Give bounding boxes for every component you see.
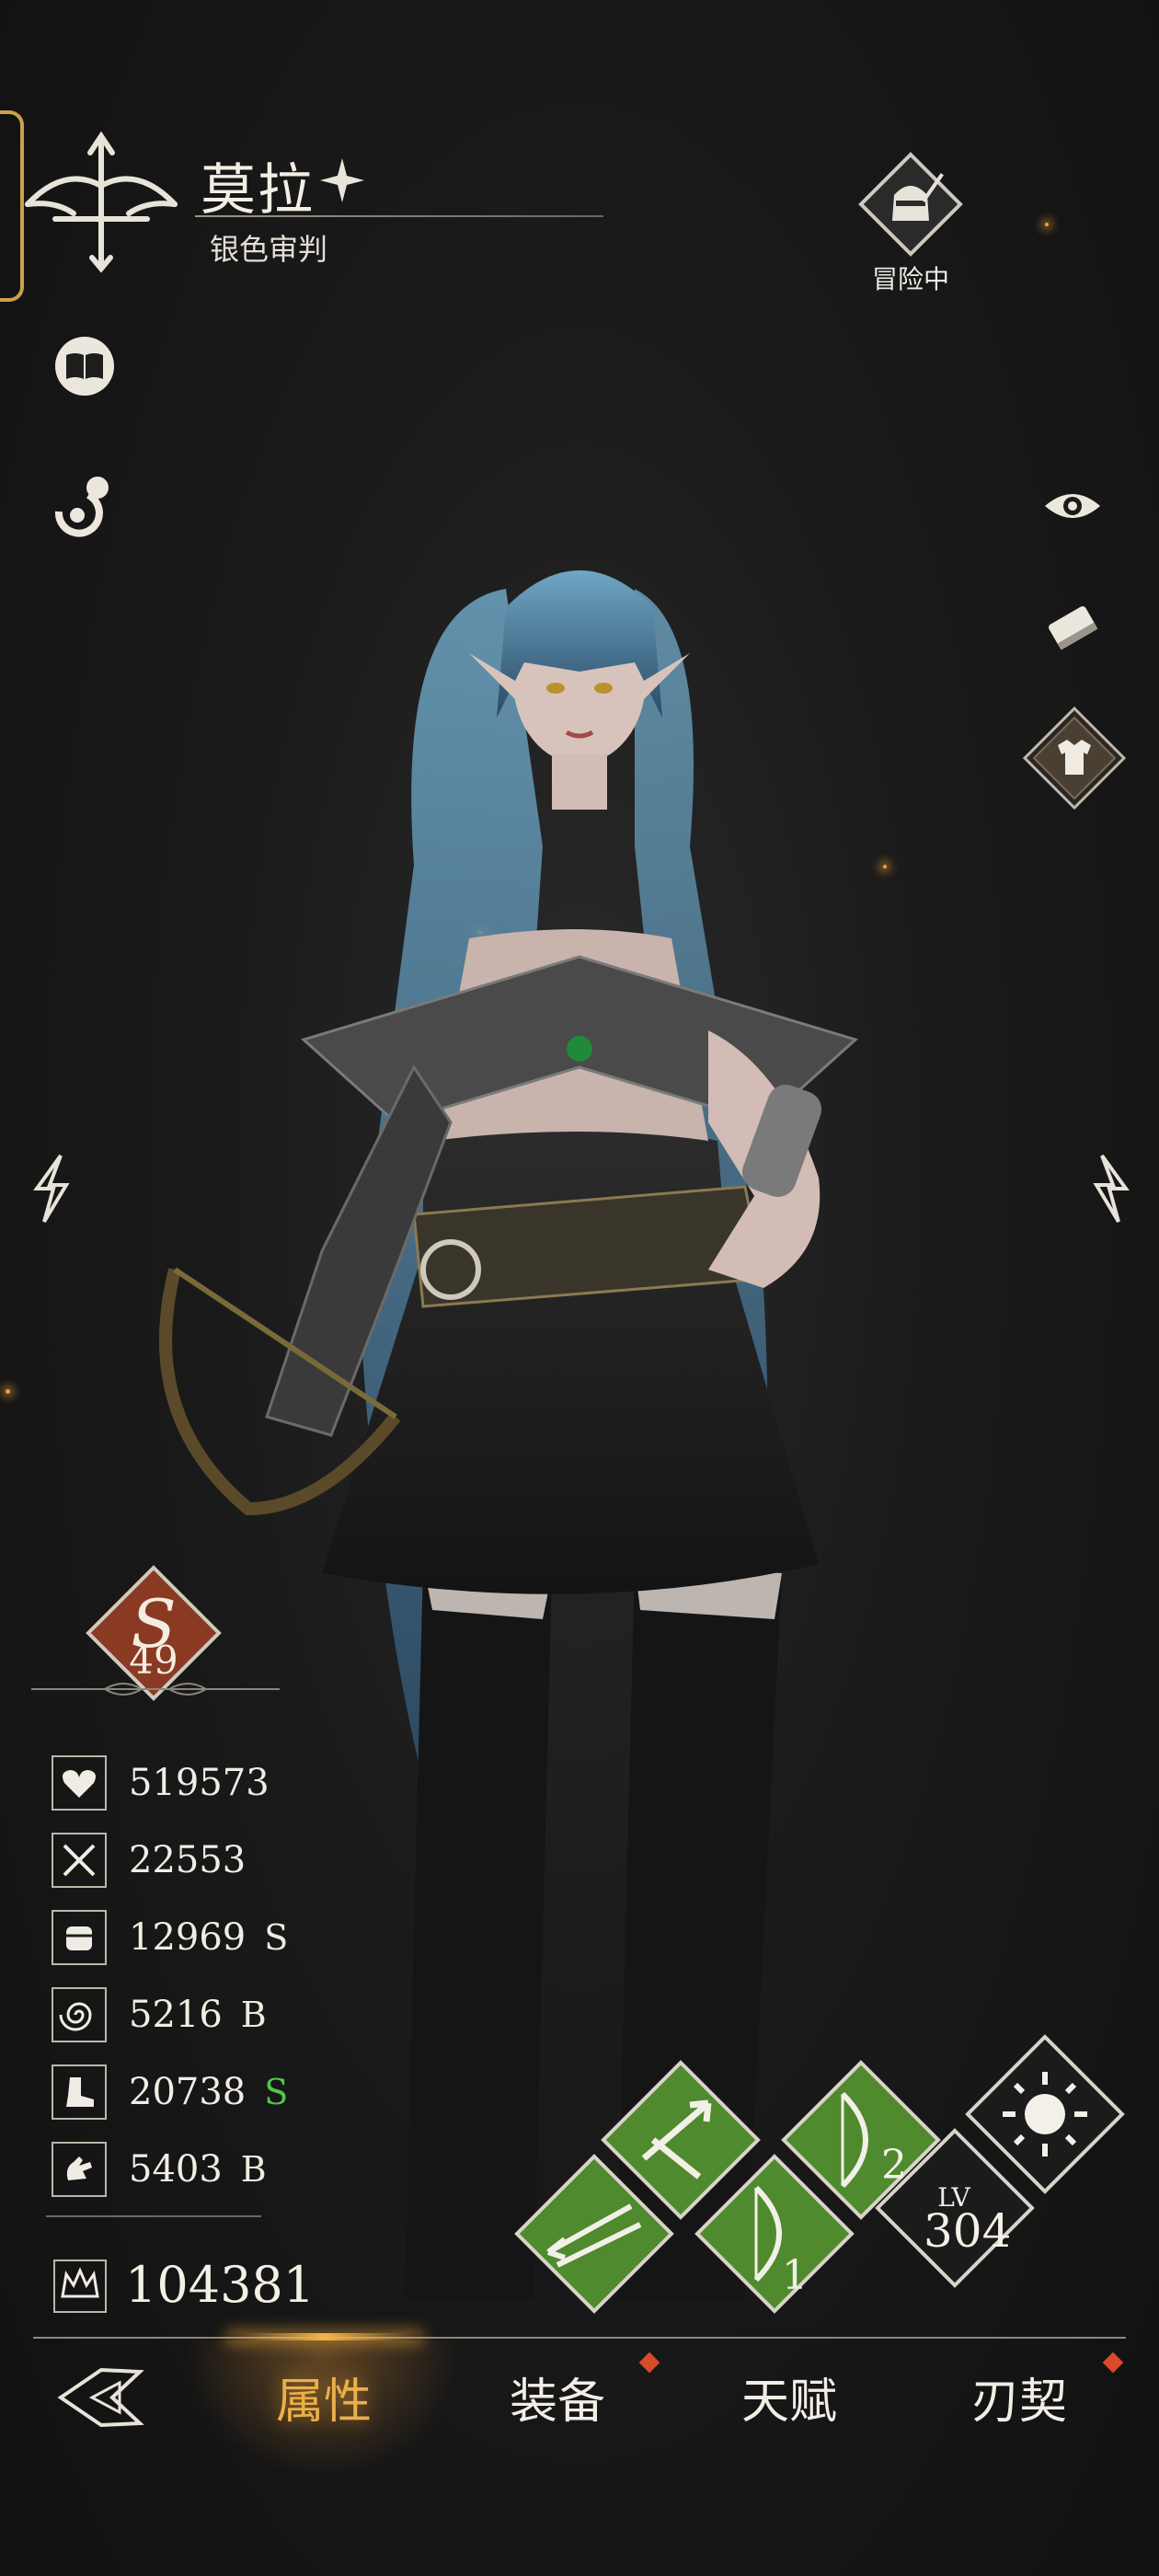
stat-row-strength: 12969 S <box>52 1908 288 1967</box>
notification-dot <box>638 2352 660 2374</box>
crossed-swords-icon <box>52 1833 107 1888</box>
back-emblem-icon[interactable] <box>55 2361 151 2434</box>
notification-dot <box>1102 2352 1124 2374</box>
star-icon <box>320 158 364 202</box>
level-value: 304 <box>924 2204 1012 2258</box>
heart-wings-icon <box>52 1755 107 1811</box>
eye-icon[interactable] <box>1039 473 1106 539</box>
crown-power-icon <box>53 2260 107 2313</box>
stat-row-swirl: 5216 B <box>52 1985 267 2044</box>
stat-grade: S <box>264 2072 289 2112</box>
combat-power-value: 104381 <box>125 2256 316 2314</box>
eraser-icon[interactable] <box>1039 594 1106 661</box>
fist-icon <box>52 1910 107 1965</box>
character-title: 银色审判 <box>210 232 328 267</box>
stat-row-hp: 519573 <box>52 1754 270 1812</box>
skill-bow-1[interactable]: 1 <box>692 2151 857 2317</box>
lightning-right-arrow-icon[interactable] <box>1091 1152 1137 1225</box>
lightning-left-arrow-icon[interactable] <box>26 1152 72 1225</box>
stat-value: 22553 <box>129 1839 247 1881</box>
active-tab-indicator <box>230 2333 419 2340</box>
stats-divider <box>46 2215 261 2217</box>
boot-icon <box>52 2064 107 2120</box>
stat-grade: S <box>264 1917 289 1958</box>
adventure-status-label: 冒险中 <box>871 264 949 294</box>
tab-equipment[interactable]: 装备 <box>475 2363 640 2432</box>
rank-level: 49 <box>129 1638 178 1683</box>
tab-talent[interactable]: 天赋 <box>706 2363 872 2432</box>
crossbow-emblem-icon <box>25 131 178 273</box>
nav-divider <box>33 2337 1126 2339</box>
stat-value: 20738 <box>129 2071 247 2113</box>
stat-value: 12969 <box>129 1916 247 1959</box>
pacifier-icon[interactable] <box>52 471 118 537</box>
name-underline <box>195 215 603 217</box>
stat-value: 5403 <box>129 2148 223 2191</box>
stat-value: 519573 <box>129 1762 270 1804</box>
skill-number: 1 <box>782 2252 808 2299</box>
stat-grade: B <box>240 2149 267 2190</box>
stat-value: 5216 <box>129 1994 223 2036</box>
shirt-icon[interactable] <box>1021 705 1128 811</box>
tab-attributes[interactable]: 属性 <box>241 2363 407 2432</box>
rank-ornament <box>31 1683 280 1696</box>
dodge-hand-icon <box>52 2142 107 2197</box>
stat-row-speed: 20738 S <box>52 2063 288 2122</box>
stat-row-dodge: 5403 B <box>52 2140 267 2199</box>
character-name: 莫拉 <box>201 158 315 223</box>
skill-multi-arrow[interactable] <box>511 2151 677 2317</box>
stat-grade: B <box>240 1995 267 2035</box>
character-model <box>159 570 858 2300</box>
book-icon[interactable] <box>52 333 118 399</box>
tab-pact[interactable]: 刃契 <box>936 2363 1102 2432</box>
swirl-icon <box>52 1987 107 2042</box>
stat-row-attack: 22553 <box>52 1831 246 1890</box>
